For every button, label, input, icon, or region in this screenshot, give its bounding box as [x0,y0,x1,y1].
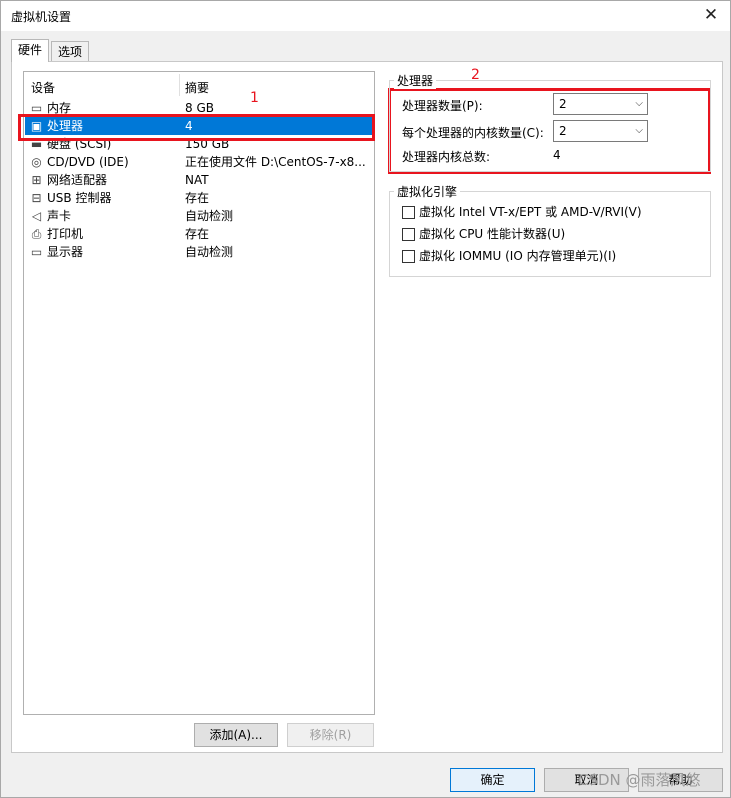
processor-count-label: 处理器数量(P): [402,99,483,113]
annotation-box-1 [18,114,375,141]
speaker-icon: ◁ [31,209,42,223]
tab-options[interactable]: 选项 [51,41,90,62]
total-cores-value: 4 [553,148,561,162]
device-row-printer[interactable]: ⎙ 打印机 存在 [25,225,373,243]
device-name: CD/DVD (IDE) [47,155,129,169]
cores-per-processor-label: 每个处理器的内核数量(C): [402,126,544,140]
device-list[interactable]: 设备 摘要 ▭ 内存 8 GB ▣ 处理器 4 ▬ 硬盘 (SCSI) 150 … [23,71,375,715]
device-summary: 自动检测 [185,209,234,223]
checkbox-label: 虚拟化 IOMMU (IO 内存管理单元)(I) [419,249,617,263]
window-title: 虚拟机设置 [11,10,72,24]
tab-hardware[interactable]: 硬件 [11,39,50,62]
close-icon[interactable]: ✕ [702,6,720,24]
checkbox-box[interactable] [402,206,415,219]
device-summary: NAT [185,173,209,187]
add-button[interactable]: 添加(A)... [194,723,278,747]
checkbox-box[interactable] [402,228,415,241]
device-summary: 存在 [185,191,210,205]
device-name: 网络适配器 [47,173,108,187]
device-row-network-adapter[interactable]: ⊞ 网络适配器 NAT [25,171,373,189]
cores-per-processor-select[interactable]: 2 ⌵ [553,120,648,142]
device-summary: 存在 [185,227,210,241]
vm-settings-window: 虚拟机设置 ✕ 硬件 选项 设备 摘要 ▭ 内存 8 GB ▣ 处理器 4 ▬ … [0,0,731,798]
device-row-cd-dvd[interactable]: ◎ CD/DVD (IDE) 正在使用文件 D:\CentOS-7-x8... [25,153,373,171]
watermark: CSDN @雨落风悠 [578,771,701,789]
checkbox-label: 虚拟化 CPU 性能计数器(U) [419,227,566,241]
total-cores-label: 处理器内核总数: [402,150,491,164]
device-name: 显示器 [47,245,84,259]
processor-group-legend: 处理器 [394,72,437,89]
annotation-number-1: 1 [250,90,259,106]
device-name: USB 控制器 [47,191,112,205]
chevron-down-icon: ⌵ [635,98,643,109]
checkbox-box[interactable] [402,250,415,263]
processor-count-select[interactable]: 2 ⌵ [553,93,648,115]
checkbox-label: 虚拟化 Intel VT-x/EPT 或 AMD-V/RVI(V) [419,205,642,219]
processor-count-value: 2 [559,97,567,111]
virtualization-group-legend: 虚拟化引擎 [394,183,461,200]
network-adapter-icon: ⊞ [31,173,42,187]
device-row-usb-controller[interactable]: ⊟ USB 控制器 存在 [25,189,373,207]
memory-icon: ▭ [30,101,43,115]
device-summary: 自动检测 [185,245,234,259]
device-row-display[interactable]: ▭ 显示器 自动检测 [25,243,373,261]
column-divider[interactable] [179,74,180,96]
device-name: 打印机 [47,227,84,241]
cores-per-processor-value: 2 [559,124,567,138]
usb-icon: ⊟ [31,191,42,205]
remove-button[interactable]: 移除(R) [287,723,374,747]
printer-icon: ⎙ [31,227,42,241]
title-bar: 虚拟机设置 ✕ [1,1,730,31]
chevron-down-icon: ⌵ [635,125,643,136]
ok-button[interactable]: 确定 [450,768,535,792]
device-column-header[interactable]: 设备 [31,79,55,96]
device-summary: 正在使用文件 D:\CentOS-7-x8... [185,155,366,169]
summary-column-header[interactable]: 摘要 [185,79,209,96]
cd-dvd-icon: ◎ [31,155,42,169]
device-row-sound-card[interactable]: ◁ 声卡 自动检测 [25,207,373,225]
device-name: 声卡 [47,209,72,223]
monitor-icon: ▭ [30,245,43,259]
